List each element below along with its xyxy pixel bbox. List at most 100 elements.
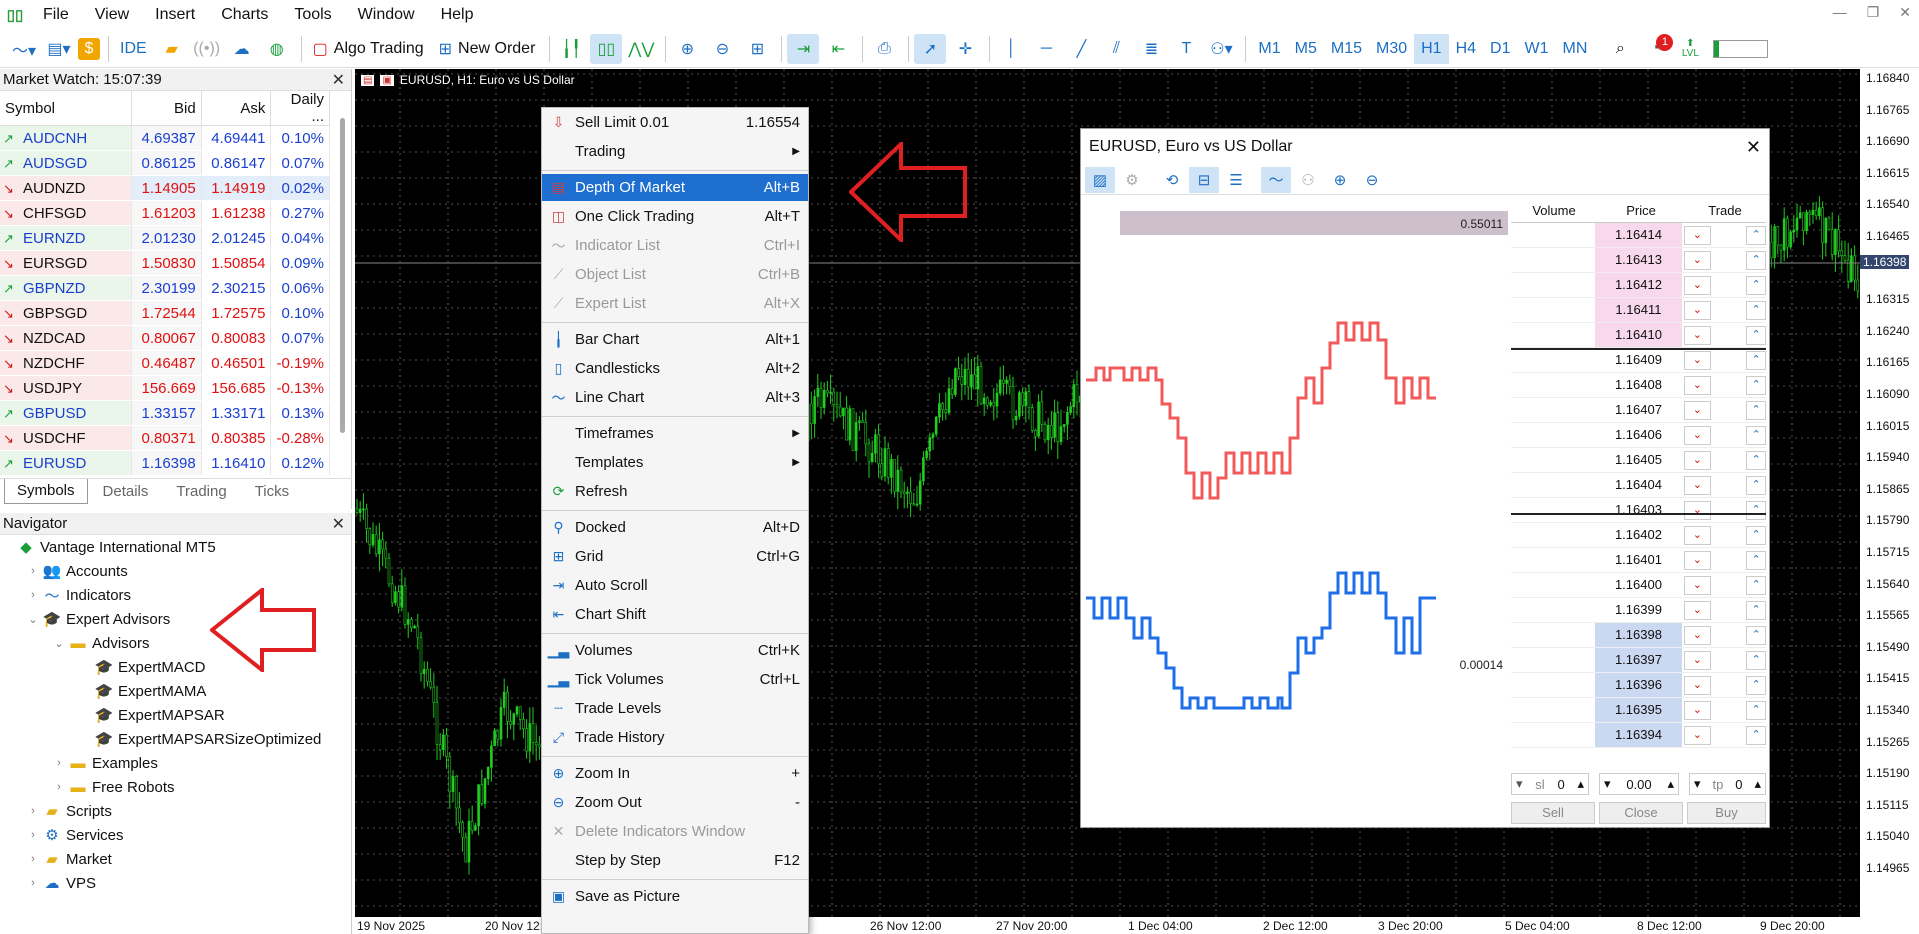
zoom-out-icon[interactable]: ⊖ (706, 34, 738, 64)
algo-trading-button[interactable]: ▢ Algo Trading (307, 34, 430, 64)
dom-row[interactable]: 1.16395 ⌄ ⌃ (1511, 698, 1766, 723)
dollar-icon[interactable]: $ (78, 37, 100, 60)
buy-chevron-icon[interactable]: ⌃ (1746, 225, 1766, 245)
menu-item-auto-scroll[interactable]: ⇥ Auto Scroll (542, 572, 808, 599)
table-row[interactable]: ↘ AUDNZD 1.14905 1.14919 0.02% (0, 175, 330, 201)
sell-chevron-icon[interactable]: ⌄ (1683, 425, 1712, 445)
chevron-right-icon[interactable]: › (52, 781, 66, 793)
zoom-in-icon[interactable]: ⊕ (671, 34, 703, 64)
tab-ticks[interactable]: Ticks (242, 479, 302, 504)
market-bag-icon[interactable]: ▰ (156, 34, 188, 64)
new-chart-icon[interactable]: 〜▾ (8, 34, 40, 64)
close-icon[interactable]: ✕ (1899, 4, 1911, 21)
candlesticks-icon[interactable]: ▯▯ (590, 33, 623, 64)
timeframe-h1[interactable]: H1 (1414, 33, 1449, 64)
menu-file[interactable]: File (30, 0, 82, 30)
search-icon[interactable]: ⌕ (1604, 34, 1636, 64)
sell-chevron-icon[interactable]: ⌄ (1683, 600, 1712, 620)
line-view-icon[interactable]: 〜 (1261, 166, 1291, 193)
dom-row[interactable]: 1.16398 ⌄ ⌃ (1511, 623, 1766, 648)
navigator-item[interactable]: › ▰ Scripts (0, 799, 351, 823)
menu-item-expert-list[interactable]: ⟋ Expert List Alt+X (542, 290, 808, 317)
menu-item-one-click-trading[interactable]: ◫ One Click Trading Alt+T (542, 203, 808, 230)
menu-item-trade-history[interactable]: ⤢ Trade History (542, 724, 808, 751)
menu-item-depth-of-market[interactable]: ▤ Depth Of Market Alt+B (542, 174, 808, 201)
menu-insert[interactable]: Insert (142, 0, 208, 30)
sell-chevron-icon[interactable]: ⌄ (1683, 250, 1712, 270)
timeframe-m30[interactable]: M30 (1369, 34, 1414, 64)
menu-item-timeframes[interactable]: Timeframes ▶ (542, 420, 808, 447)
dom-row[interactable]: 1.16404 ⌄ ⌃ (1511, 473, 1766, 498)
menu-item-volumes[interactable]: ▁▃ Volumes Ctrl+K (542, 637, 808, 664)
buy-chevron-icon[interactable]: ⌃ (1746, 375, 1766, 395)
profiles-icon[interactable]: ▤▾ (43, 34, 75, 64)
dom-row[interactable]: 1.16401 ⌄ ⌃ (1511, 548, 1766, 573)
sell-chevron-icon[interactable]: ⌄ (1683, 700, 1712, 720)
dom-row[interactable]: 1.16408 ⌄ ⌃ (1511, 373, 1766, 398)
menu-help[interactable]: Help (428, 0, 487, 30)
dom-row[interactable]: 1.16406 ⌄ ⌃ (1511, 423, 1766, 448)
ide-button[interactable]: IDE (114, 34, 153, 64)
chevron-right-icon[interactable]: › (26, 829, 40, 841)
buy-chevron-icon[interactable]: ⌃ (1746, 450, 1766, 470)
dom-row[interactable]: 1.16397 ⌄ ⌃ (1511, 648, 1766, 673)
menu-tools[interactable]: Tools (281, 0, 344, 30)
sell-chevron-icon[interactable]: ⌄ (1683, 675, 1712, 695)
timeframe-mn[interactable]: MN (1555, 34, 1594, 64)
menu-item-templates[interactable]: Templates ▶ (542, 449, 808, 476)
layout-icon[interactable]: ⚇ (1293, 167, 1323, 193)
trendline-icon[interactable]: ╱ (1065, 34, 1097, 64)
close-button[interactable]: Close (1599, 802, 1683, 824)
table-row[interactable]: ↗ EURUSD 1.16398 1.16410 0.12% (0, 450, 330, 476)
buy-chevron-icon[interactable]: ⌃ (1746, 550, 1766, 570)
tab-symbols[interactable]: Symbols (4, 479, 88, 504)
sell-chevron-icon[interactable]: ⌄ (1683, 500, 1712, 520)
text-icon[interactable]: T (1170, 34, 1202, 64)
sell-chevron-icon[interactable]: ⌄ (1683, 475, 1712, 495)
menu-item-candlesticks[interactable]: ▯ Candlesticks Alt+2 (542, 355, 808, 382)
buy-chevron-icon[interactable]: ⌃ (1746, 475, 1766, 495)
buy-chevron-icon[interactable]: ⌃ (1746, 525, 1766, 545)
dom-row[interactable]: 1.16414 ⌄ ⌃ (1511, 223, 1766, 248)
dom-row[interactable]: 1.16407 ⌄ ⌃ (1511, 398, 1766, 423)
horizontal-line-icon[interactable]: ─ (1030, 34, 1062, 64)
volume-field[interactable]: ▾ 0.00 ▴ (1599, 773, 1679, 795)
sell-chevron-icon[interactable]: ⌄ (1683, 350, 1712, 370)
dom-row[interactable]: 1.16400 ⌄ ⌃ (1511, 573, 1766, 598)
menu-item-grid[interactable]: ⊞ Grid Ctrl+G (542, 543, 808, 570)
table-row[interactable]: ↘ NZDCHF 0.46487 0.46501 -0.19% (0, 350, 330, 376)
chevron-down-icon[interactable]: ⌄ (26, 613, 40, 626)
sell-chevron-icon[interactable]: ⌄ (1683, 525, 1712, 545)
menu-item-delete-indicators-window[interactable]: ✕ Delete Indicators Window (542, 818, 808, 845)
chevron-right-icon[interactable]: › (26, 565, 40, 577)
buy-chevron-icon[interactable]: ⌃ (1746, 425, 1766, 445)
cloud-icon[interactable]: ☁ (226, 34, 258, 64)
menu-item-step-by-step[interactable]: Step by Step F12 (542, 847, 808, 874)
menu-item-save-as-picture[interactable]: ▣ Save as Picture (542, 883, 808, 910)
chevron-right-icon[interactable]: › (26, 877, 40, 889)
menu-item-trading[interactable]: Trading ▶ (542, 138, 808, 165)
navigator-item[interactable]: 🎓 ExpertMAPSARSizeOptimized (0, 727, 351, 751)
buy-button[interactable]: Buy (1687, 802, 1766, 824)
buy-chevron-icon[interactable]: ⌃ (1746, 250, 1766, 270)
bar-chart-icon[interactable]: ╽╿ (555, 34, 587, 64)
table-row[interactable]: ↗ GBPUSD 1.33157 1.33171 0.13% (0, 400, 330, 426)
menu-window[interactable]: Window (345, 0, 428, 30)
crosshair-icon[interactable]: ✛ (949, 34, 981, 64)
buy-chevron-icon[interactable]: ⌃ (1746, 650, 1766, 670)
menu-item-refresh[interactable]: ⟳ Refresh (542, 478, 808, 505)
buy-chevron-icon[interactable]: ⌃ (1746, 500, 1766, 520)
dom-row[interactable]: 1.16412 ⌄ ⌃ (1511, 273, 1766, 298)
navigator-item[interactable]: ◆ Vantage International MT5 (0, 535, 351, 559)
chart-view-icon[interactable]: ▨ (1085, 166, 1115, 193)
buy-chevron-icon[interactable]: ⌃ (1746, 350, 1766, 370)
sell-chevron-icon[interactable]: ⌄ (1683, 650, 1712, 670)
timeframe-w1[interactable]: W1 (1517, 34, 1555, 64)
buy-chevron-icon[interactable]: ⌃ (1746, 275, 1766, 295)
navigator-item[interactable]: 🎓 ExpertMAMA (0, 679, 351, 703)
buy-chevron-icon[interactable]: ⌃ (1746, 700, 1766, 720)
menu-item-bar-chart[interactable]: ╽ Bar Chart Alt+1 (542, 326, 808, 353)
sell-chevron-icon[interactable]: ⌄ (1683, 625, 1712, 645)
timeframe-m1[interactable]: M1 (1251, 34, 1287, 64)
sell-chevron-icon[interactable]: ⌄ (1683, 300, 1712, 320)
